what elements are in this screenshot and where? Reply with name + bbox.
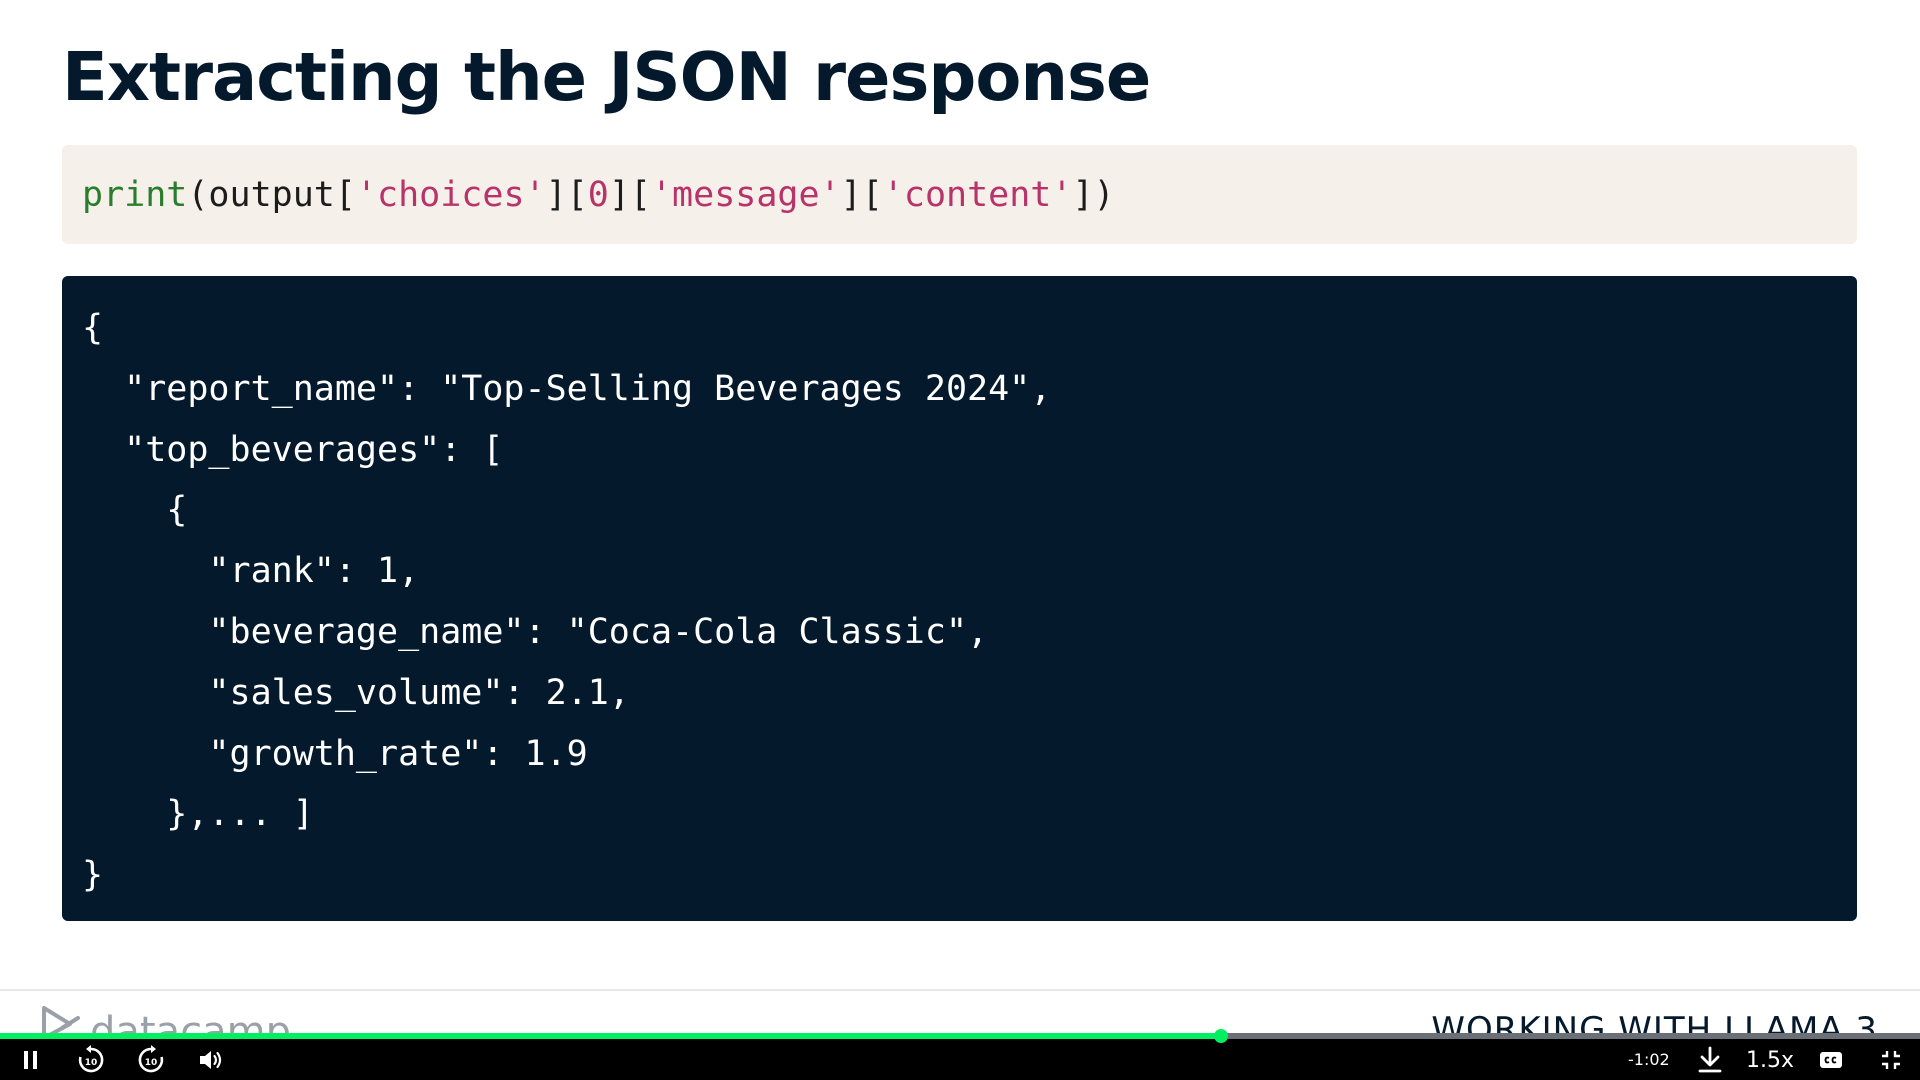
code-input-block: print (output['choices'][0]['message']['c… xyxy=(62,145,1857,244)
time-remaining: -1:02 xyxy=(1628,1050,1670,1069)
slide-title: Extracting the JSON response xyxy=(62,38,1151,116)
forward-button[interactable]: 10 xyxy=(132,1043,170,1077)
code-token-string: 'message' xyxy=(650,174,841,215)
exit-fullscreen-button[interactable] xyxy=(1876,1043,1906,1077)
progress-bar[interactable] xyxy=(0,1029,1920,1043)
code-output-line: } xyxy=(82,855,104,896)
footer-divider xyxy=(0,989,1920,991)
playback-speed-button[interactable]: 1.5x xyxy=(1746,1043,1795,1077)
rewind-button[interactable]: 10 xyxy=(72,1043,110,1077)
code-output-line: { xyxy=(82,308,104,348)
code-output-line: "top_beverages": [ xyxy=(82,429,504,470)
forward-seconds-label: 10 xyxy=(145,1058,158,1068)
exit-fullscreen-icon xyxy=(1882,1051,1900,1069)
rewind-10-icon: 10 xyxy=(78,1045,104,1073)
code-output-line: },... ] xyxy=(82,794,314,835)
code-output-line: "sales_volume": 2.1, xyxy=(82,672,630,713)
code-token-punct: ][ xyxy=(545,174,588,215)
volume-icon xyxy=(200,1051,222,1069)
code-output-line: "rank": 1, xyxy=(82,551,420,592)
captions-icon xyxy=(1820,1052,1842,1068)
progress-fill xyxy=(0,1033,1222,1039)
code-token-punct: (output[ xyxy=(187,174,356,215)
code-output-block: { "report_name": "Top-Selling Beverages … xyxy=(62,276,1857,921)
code-token-punct: ][ xyxy=(608,174,651,215)
forward-10-icon: 10 xyxy=(138,1045,164,1073)
course-name: WORKING WITH LLAMA 3 xyxy=(1431,1010,1878,1036)
pause-button[interactable] xyxy=(14,1043,48,1077)
download-button[interactable] xyxy=(1694,1043,1726,1077)
download-icon xyxy=(1698,1046,1722,1073)
code-token-string: 'content' xyxy=(882,174,1073,215)
code-output-line: "report_name": "Top-Selling Beverages 20… xyxy=(82,368,1052,409)
code-output-line: "growth_rate": 1.9 xyxy=(82,733,588,774)
code-output-line: { xyxy=(82,490,188,531)
code-token-function: print xyxy=(82,174,188,215)
code-token-punct: ][ xyxy=(840,174,883,215)
code-output-line: "beverage_name": "Coca-Cola Classic", xyxy=(82,611,989,652)
pause-icon xyxy=(24,1051,37,1069)
code-token-string: 'choices' xyxy=(355,174,546,215)
code-token-punct: ]) xyxy=(1072,174,1115,215)
volume-button[interactable] xyxy=(194,1043,228,1077)
playback-speed-label: 1.5x xyxy=(1746,1047,1795,1073)
captions-button[interactable] xyxy=(1816,1043,1846,1077)
rewind-seconds-label: 10 xyxy=(85,1058,98,1068)
slide: Extracting the JSON response print (outpu… xyxy=(0,0,1920,1080)
progress-handle[interactable] xyxy=(1214,1029,1229,1043)
code-token-number: 0 xyxy=(587,174,609,215)
